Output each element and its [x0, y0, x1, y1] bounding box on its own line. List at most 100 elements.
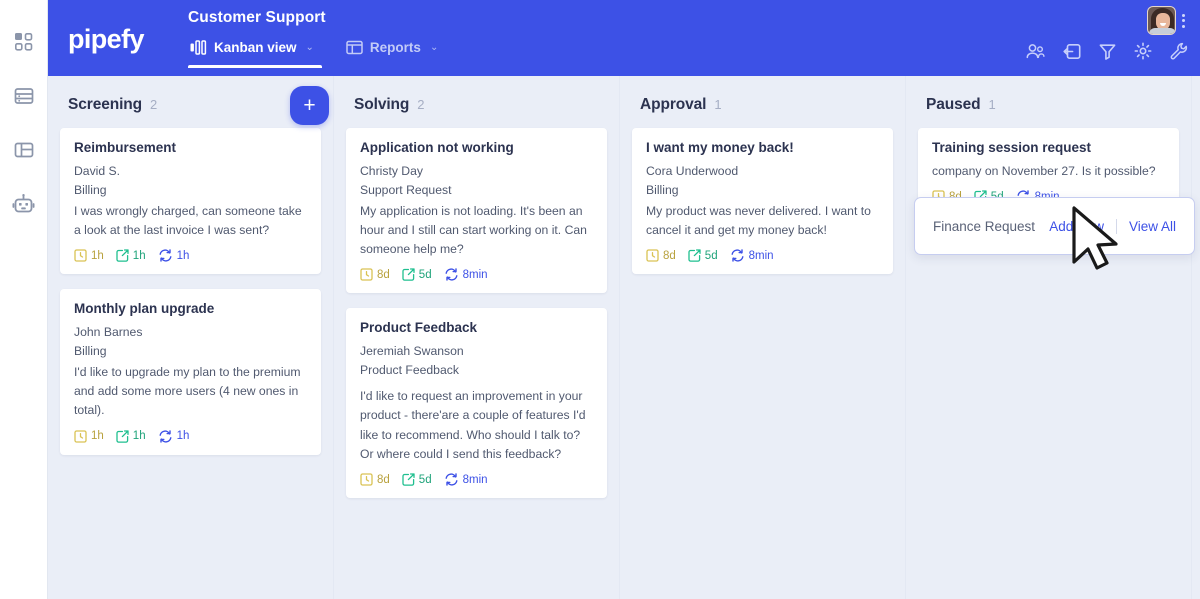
card-description: My application is not loading. It's been…	[360, 203, 587, 257]
kebab-dot	[1182, 19, 1185, 22]
card-badge: 1h	[116, 249, 146, 262]
kebab-dot	[1182, 13, 1185, 17]
cycle-icon	[444, 268, 459, 282]
card-badge: 5d	[402, 473, 432, 486]
card-type: Billing	[646, 182, 679, 197]
card-badge-value: 1h	[132, 249, 146, 262]
card-badge-value: 1h	[176, 249, 190, 262]
pipefy-kanban-screen: pipefy Customer Support Kanban view ⌄ Re…	[0, 0, 1200, 599]
chevron-down-icon[interactable]: ⌄	[306, 42, 314, 53]
kanban-board: Screening 2 + Reimbursement David S. Billing I…	[48, 76, 1200, 599]
members-icon[interactable]	[1026, 43, 1045, 60]
popup-actions: Add New View All	[1049, 218, 1176, 234]
column-header: Paused 1	[918, 76, 1179, 128]
card-person: Jeremiah Swanson	[360, 344, 464, 359]
clock-square-icon	[360, 268, 373, 282]
arrow-out-square-icon	[116, 249, 129, 262]
settings-gear-icon[interactable]	[1134, 42, 1152, 60]
card-badge: 1h	[74, 249, 104, 262]
card-badge: 8min	[444, 268, 488, 282]
card-title: Application not working	[360, 140, 514, 155]
tab-kanban-label: Kanban view	[214, 40, 297, 55]
popup-divider	[1115, 218, 1117, 234]
card-badge: 1h	[116, 430, 146, 443]
kebab-dot	[1182, 24, 1185, 28]
kebab-menu-icon[interactable]	[1179, 10, 1188, 32]
view-all-button[interactable]: View All	[1129, 219, 1176, 234]
top-icon-bar	[1026, 35, 1188, 60]
tab-reports[interactable]: Reports ⌄	[344, 35, 442, 68]
kanban-card[interactable]: Application not working Christy Day Suppor…	[346, 128, 607, 294]
add-new-button[interactable]: Add New	[1049, 219, 1104, 234]
avatar[interactable]	[1147, 6, 1176, 35]
avatar-shoulders	[1149, 28, 1175, 34]
card-description: My product was never delivered. I want t…	[646, 203, 871, 237]
kanban-column: Paused 1 Training session request company o…	[906, 76, 1192, 599]
kanban-card[interactable]: Monthly plan upgrade John Barnes Billing I'…	[60, 289, 321, 455]
card-badge: 8min	[444, 473, 488, 486]
card-badges: 1h 1h 1h	[74, 430, 307, 443]
clock-square-icon	[74, 249, 87, 262]
card-badge: 8d	[360, 268, 390, 282]
arrow-out-square-icon	[688, 249, 701, 262]
column-count: 2	[417, 97, 425, 112]
clock-square-icon	[74, 430, 87, 443]
connected-card-popup[interactable]: Finance Request Add New View All	[914, 197, 1195, 255]
column-header: Screening 2 +	[60, 76, 329, 128]
column-count: 2	[150, 97, 158, 112]
popup-title: Finance Request	[933, 218, 1036, 234]
pipefy-logo[interactable]: pipefy	[48, 0, 188, 55]
kanban-card[interactable]: I want my money back! Cora Underwood Billi…	[632, 128, 893, 275]
card-person: Christy Day	[360, 163, 423, 178]
view-tabs: Kanban view ⌄ Reports ⌄	[188, 35, 442, 68]
card-type: Support Request	[360, 182, 452, 197]
tab-reports-label: Reports	[369, 40, 421, 55]
apps-grid-icon[interactable]	[10, 28, 38, 56]
card-badge-value: 5d	[704, 249, 718, 262]
archive-inbox-icon[interactable]	[1063, 43, 1081, 60]
reports-icon	[346, 40, 363, 55]
card-badges: 8d 5d 8min	[360, 268, 593, 282]
column-title: Screening	[68, 96, 143, 113]
card-badge-value: 1h	[176, 430, 190, 443]
card-badges: 8d 5d 8min	[360, 473, 593, 486]
card-badge: 1h	[158, 430, 190, 443]
kanban-column: Solving 2 Application not working Christy D…	[334, 76, 620, 599]
card-description: I'd like to request an improvement in yo…	[360, 389, 586, 461]
card-description: company on November 27. Is it possible?	[932, 163, 1156, 178]
card-title: I want my money back!	[646, 140, 794, 155]
card-person: David S.	[74, 163, 121, 178]
database-icon[interactable]	[10, 82, 38, 110]
card-person: Cora Underwood	[646, 163, 739, 178]
tab-kanban-view[interactable]: Kanban view ⌄	[188, 35, 322, 68]
card-badge-value: 8min	[462, 473, 488, 486]
card-title: Product Feedback	[360, 320, 478, 336]
arrow-out-square-icon	[402, 268, 415, 282]
card-badge: 8d	[360, 473, 390, 486]
robot-icon[interactable]	[10, 190, 38, 218]
card-badge-value: 1h	[132, 430, 146, 443]
card-description: I was wrongly charged, can someone take …	[74, 203, 302, 237]
card-badge-value: 5d	[418, 473, 432, 486]
layout-panel-icon[interactable]	[10, 136, 38, 164]
column-count: 1	[714, 97, 722, 112]
kanban-column: Approval 1 I want my money back! Cora Under…	[620, 76, 906, 599]
kanban-card[interactable]: Reimbursement David S. Billing I was wrongl…	[60, 128, 321, 275]
pipe-header: Customer Support Kanban view ⌄ Reports ⌄	[188, 0, 442, 68]
wrench-icon[interactable]	[1170, 42, 1188, 60]
column-title: Approval	[640, 96, 707, 113]
add-card-button[interactable]: +	[290, 86, 329, 125]
clock-square-icon	[646, 249, 659, 262]
account-row	[1147, 6, 1188, 35]
card-badge-value: 1h	[91, 249, 104, 262]
filter-icon[interactable]	[1099, 43, 1116, 60]
kanban-card[interactable]: Product Feedback Jeremiah Swanson Product …	[346, 308, 607, 499]
kanban-column: Screening 2 + Reimbursement David S. Billing I…	[48, 76, 334, 599]
page-title: Customer Support	[188, 9, 326, 26]
card-badges: 8d 5d 8min	[646, 249, 879, 262]
column-header: Approval 1	[632, 76, 893, 128]
kanban-icon	[190, 40, 207, 55]
chevron-down-icon[interactable]: ⌄	[430, 42, 438, 53]
arrow-out-square-icon	[116, 430, 129, 443]
card-list: Reimbursement David S. Billing I was wrongl…	[60, 128, 321, 455]
